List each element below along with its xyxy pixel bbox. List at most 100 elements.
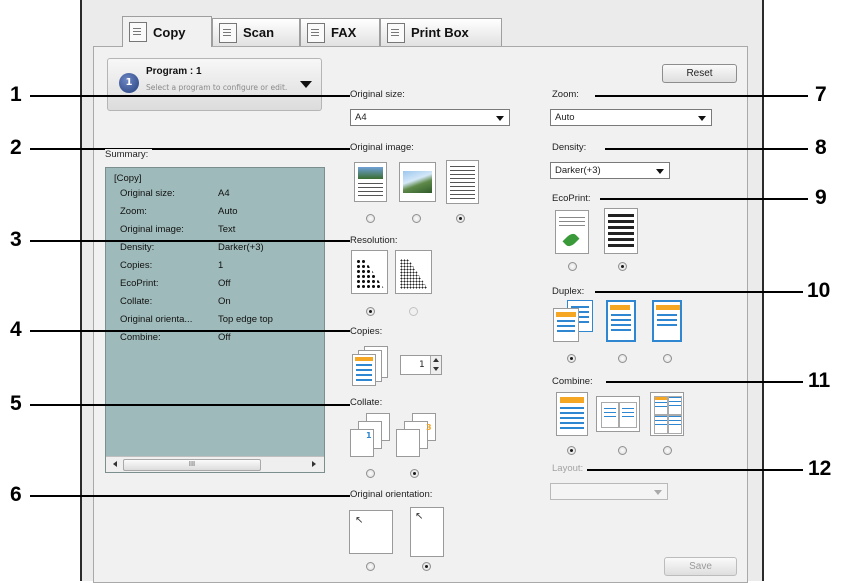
- program-title: Program : 1: [146, 66, 202, 77]
- copies-down-arrow-icon[interactable]: [430, 365, 441, 374]
- layout-select[interactable]: [550, 483, 668, 500]
- orientation-radio[interactable]: [422, 562, 431, 571]
- ecoprint-off-icon[interactable]: [604, 208, 638, 254]
- original-image-label: Original image:: [350, 142, 418, 153]
- summary-value: Top edge top: [218, 314, 273, 325]
- zoom-value: Auto: [555, 112, 575, 123]
- tab-scan[interactable]: Scan: [212, 18, 300, 46]
- zoom-select[interactable]: Auto: [550, 109, 712, 126]
- original-image-radio[interactable]: [412, 214, 421, 223]
- callout-leader: [595, 291, 803, 293]
- copies-icon: [350, 346, 392, 388]
- summary-key: EcoPrint:: [120, 278, 159, 289]
- text-photo-image-icon[interactable]: [354, 162, 387, 202]
- copies-stepper[interactable]: 1: [400, 355, 442, 375]
- copies-value: 1: [419, 360, 425, 370]
- duplex-radio[interactable]: [663, 354, 672, 363]
- summary-value: Text: [218, 224, 236, 235]
- chevron-down-icon: [496, 116, 504, 121]
- photo-image-icon[interactable]: [399, 162, 436, 202]
- scroll-thumb[interactable]: III: [123, 459, 261, 471]
- duplex-radio[interactable]: [567, 354, 576, 363]
- chevron-down-icon: [656, 169, 664, 174]
- callout-leader: [30, 330, 368, 332]
- resolution-radio[interactable]: [409, 307, 418, 316]
- density-select[interactable]: Darker(+3): [550, 162, 670, 179]
- callout-leader: [30, 240, 368, 242]
- combine-radio[interactable]: [663, 446, 672, 455]
- callout-number: 9: [815, 186, 827, 209]
- collate-off-icon[interactable]: 1: [350, 413, 396, 459]
- original-image-radio[interactable]: [456, 214, 465, 223]
- combine-radio[interactable]: [618, 446, 627, 455]
- summary-label: Summary:: [105, 149, 153, 160]
- callout-leader: [606, 381, 803, 383]
- summary-key: Original orienta...: [120, 314, 193, 325]
- scan-icon: [219, 22, 237, 43]
- layout-label: Layout:: [552, 463, 588, 474]
- summary-value: 1: [218, 260, 224, 271]
- summary-list: [Copy] Original size: A4 Zoom: Auto Origin…: [105, 167, 325, 473]
- ecoprint-radio[interactable]: [618, 262, 627, 271]
- scroll-left-icon[interactable]: [113, 461, 117, 467]
- coarse-resolution-icon[interactable]: [351, 250, 388, 294]
- callout-leader: [30, 495, 368, 497]
- summary-key: Original image:: [120, 224, 184, 235]
- callout-number: 5: [10, 392, 22, 415]
- save-button[interactable]: Save: [664, 557, 737, 576]
- program-selector[interactable]: 1 Program : 1 Select a program to config…: [107, 58, 322, 111]
- scroll-right-icon[interactable]: [312, 461, 316, 467]
- text-image-icon[interactable]: [446, 160, 479, 204]
- reset-button[interactable]: Reset: [662, 64, 737, 83]
- ecoprint-on-icon[interactable]: [555, 210, 589, 254]
- top-edge-top-icon[interactable]: ↖: [410, 507, 444, 557]
- callout-number: 11: [808, 369, 831, 392]
- tab-print-box[interactable]: Print Box: [380, 18, 502, 46]
- callout-leader: [30, 95, 368, 97]
- combine-label: Combine:: [552, 376, 597, 387]
- orientation-radio[interactable]: [366, 562, 375, 571]
- summary-key: Zoom:: [120, 206, 147, 217]
- duplex-2-to-2-icon[interactable]: [650, 300, 690, 344]
- combine-4-in-1-icon[interactable]: [650, 392, 684, 436]
- summary-key: Collate:: [120, 296, 153, 307]
- chevron-down-icon: [698, 116, 706, 121]
- summary-value: Off: [218, 278, 231, 289]
- summary-key: Copies:: [120, 260, 153, 271]
- callout-number: 12: [808, 457, 832, 480]
- collate-on-icon[interactable]: 3: [396, 413, 442, 459]
- tab-copy[interactable]: Copy: [122, 16, 212, 47]
- resolution-label: Resolution:: [350, 235, 402, 246]
- duplex-1-to-2-icon[interactable]: [604, 300, 644, 344]
- summary-key: Original size:: [120, 188, 175, 199]
- original-size-select[interactable]: A4: [350, 109, 510, 126]
- chevron-down-icon: [300, 81, 312, 88]
- collate-radio[interactable]: [410, 469, 419, 478]
- callout-leader: [595, 95, 808, 97]
- summary-value: A4: [218, 188, 230, 199]
- duplex-radio[interactable]: [618, 354, 627, 363]
- chevron-down-icon: [654, 490, 662, 495]
- program-description: Select a program to configure or edit.: [146, 83, 288, 92]
- combine-radio[interactable]: [567, 446, 576, 455]
- summary-value: On: [218, 296, 231, 307]
- combine-off-icon[interactable]: [556, 392, 588, 436]
- ecoprint-label: EcoPrint:: [552, 193, 595, 204]
- fine-resolution-icon[interactable]: [395, 250, 432, 294]
- resolution-radio[interactable]: [366, 307, 375, 316]
- duplex-1-to-1-icon[interactable]: [551, 300, 597, 344]
- original-size-value: A4: [355, 112, 367, 123]
- print-box-icon: [387, 22, 405, 43]
- tab-copy-label: Copy: [153, 24, 186, 40]
- callout-number: 2: [10, 136, 22, 159]
- summary-horizontal-scrollbar[interactable]: III: [106, 456, 324, 472]
- summary-key: Combine:: [120, 332, 161, 343]
- summary-value: Auto: [218, 206, 238, 217]
- combine-2-in-1-icon[interactable]: [596, 396, 640, 432]
- ecoprint-radio[interactable]: [568, 262, 577, 271]
- collate-label: Collate:: [350, 397, 387, 408]
- top-edge-left-icon[interactable]: ↖: [349, 510, 393, 554]
- original-image-radio[interactable]: [366, 214, 375, 223]
- tab-fax[interactable]: FAX: [300, 18, 380, 46]
- collate-radio[interactable]: [366, 469, 375, 478]
